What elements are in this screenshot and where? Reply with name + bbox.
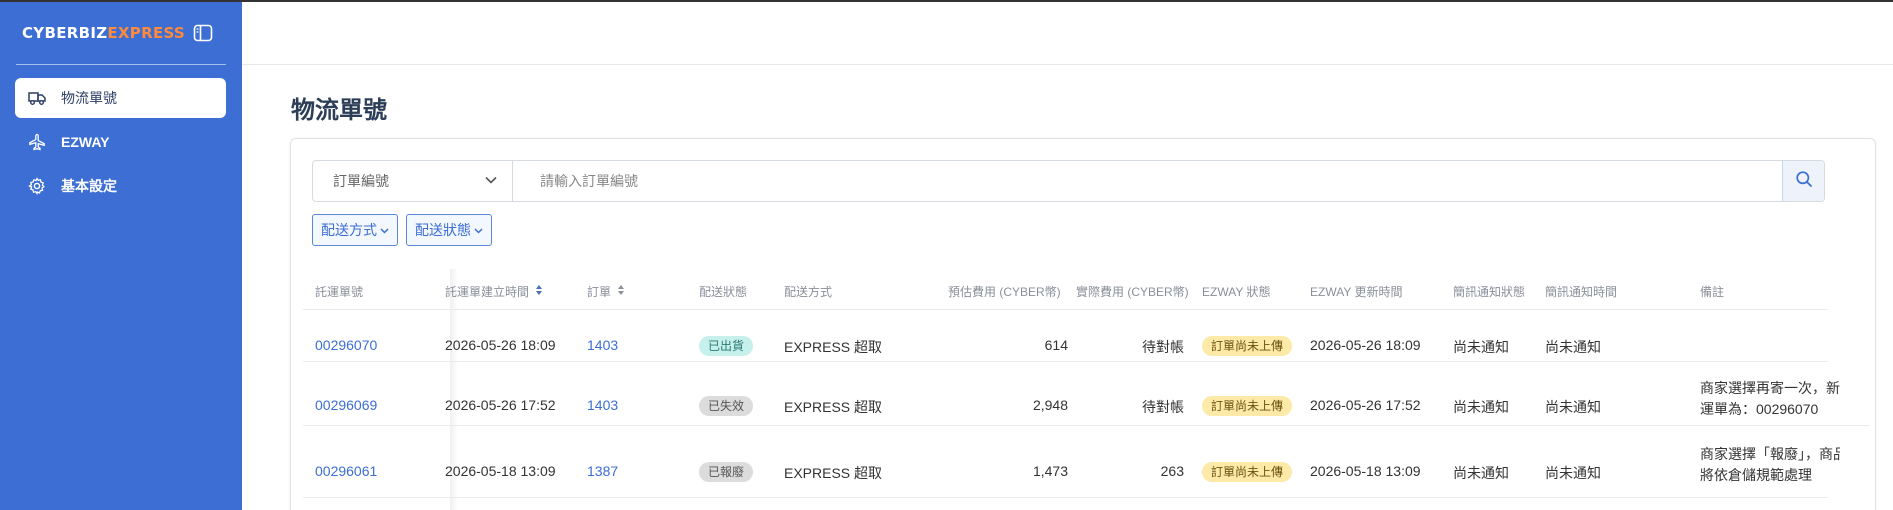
note-line: 商家選擇「報廢」，商品 [1700,446,1840,462]
ezway-status-badge: 訂單尚未上傳 [1202,336,1293,356]
estimated-fee: 2,948 [1032,397,1068,413]
actual-fee: 待對帳 [1142,339,1184,355]
sort-icon[interactable] [617,284,625,299]
table-header: EZWAY 狀態 [1202,285,1271,299]
filter-delivery-status-button[interactable]: 配送狀態 [406,214,492,246]
status-badge: 已報廢 [699,462,754,482]
filter-delivery-method-button[interactable]: 配送方式 [312,214,398,246]
created-time: 2026-05-26 18:09 [445,337,556,353]
note-line: 運單為：00296070 [1700,401,1819,417]
sidebar-divider [16,64,226,65]
sidebar-item-label: 基本設定 [61,178,117,194]
table-header: 預估費用 (CYBER幣) [948,285,1061,299]
table-header: 託運單號 [315,285,364,299]
order-link[interactable]: 1403 [587,397,618,413]
table-header-order[interactable]: 訂單 [587,283,625,300]
sms-time: 尚未通知 [1545,399,1601,415]
sidebar-item-logistics[interactable]: 物流單號 [15,78,226,118]
sms-status: 尚未通知 [1453,465,1509,481]
ezway-update-time: 2026-05-26 18:09 [1310,337,1421,353]
delivery-method: EXPRESS 超取 [784,465,883,481]
search-input[interactable] [513,161,1782,201]
window-top-border [0,0,1893,2]
sms-time: 尚未通知 [1545,339,1601,355]
created-time: 2026-05-18 13:09 [445,463,556,479]
plane-icon [27,132,47,152]
actual-fee: 待對帳 [1142,399,1184,415]
brand-logo[interactable]: CYBERBIZEXPRESS [22,24,185,44]
row-divider [303,425,1869,426]
tracking-number-link[interactable]: 00296061 [315,463,377,479]
table-header: EZWAY 更新時間 [1310,285,1403,299]
tracking-number-link[interactable]: 00296069 [315,397,377,413]
ezway-update-time: 2026-05-26 17:52 [1310,397,1421,413]
chevron-down-icon [484,173,498,190]
row-divider [303,309,1828,310]
sidebar-collapse-icon[interactable] [193,24,215,44]
sort-icon[interactable] [535,284,543,299]
table-header: 備註 [1700,285,1725,299]
table-header: 配送狀態 [699,285,748,299]
gear-icon [27,176,47,196]
delivery-method: EXPRESS 超取 [784,339,883,355]
search-button[interactable] [1782,161,1824,201]
status-badge: 已出貨 [699,336,754,356]
sidebar-item-ezway[interactable]: EZWAY [15,122,226,162]
order-link[interactable]: 1387 [587,463,618,479]
estimated-fee: 1,473 [1032,463,1068,479]
note-line: 商家選擇再寄一次，新 [1700,380,1840,396]
table-header: 簡訊通知狀態 [1453,285,1526,299]
table-header: 配送方式 [784,285,833,299]
sms-status: 尚未通知 [1453,339,1509,355]
search-field-select-value: 訂單編號 [333,173,389,189]
table-header: 實際費用 (CYBER幣) [1076,285,1189,299]
chevron-down-icon [380,222,389,238]
sms-status: 尚未通知 [1453,399,1509,415]
order-link[interactable]: 1403 [587,337,618,353]
ezway-update-time: 2026-05-18 13:09 [1310,463,1421,479]
sidebar-item-label: 物流單號 [61,90,117,106]
search-icon [1795,170,1813,193]
actual-fee: 263 [1160,463,1184,479]
filter-label: 配送狀態 [415,222,471,238]
sidebar-item-settings[interactable]: 基本設定 [15,166,226,206]
ezway-status-badge: 訂單尚未上傳 [1202,462,1293,482]
estimated-fee: 614 [1044,337,1068,353]
search-bar: 訂單編號 [312,160,1825,202]
sms-time: 尚未通知 [1545,465,1601,481]
top-header [242,0,1893,65]
table-header: 簡訊通知時間 [1545,285,1618,299]
sidebar-item-label: EZWAY [61,134,110,150]
note-line: 將依倉儲規範處理 [1700,467,1812,483]
row-divider [303,497,1828,498]
ezway-status-badge: 訂單尚未上傳 [1202,396,1293,416]
status-badge: 已失效 [699,396,754,416]
delivery-method: EXPRESS 超取 [784,399,883,415]
page-title: 物流單號 [291,96,387,124]
sidebar: CYBERBIZEXPRESS 物流單號 EZWAY 基本設定 [0,0,242,510]
truck-icon [27,88,47,108]
logistics-card: 訂單編號 配送方式 配送狀態 託運單號 託運單建立時間 訂單 [290,138,1876,510]
row-divider [303,361,1828,362]
search-field-select[interactable]: 訂單編號 [313,161,513,201]
tracking-number-link[interactable]: 00296070 [315,337,377,353]
chevron-down-icon [474,222,483,238]
table-header-created[interactable]: 託運單建立時間 [445,283,543,300]
filter-label: 配送方式 [321,222,377,238]
created-time: 2026-05-26 17:52 [445,397,556,413]
